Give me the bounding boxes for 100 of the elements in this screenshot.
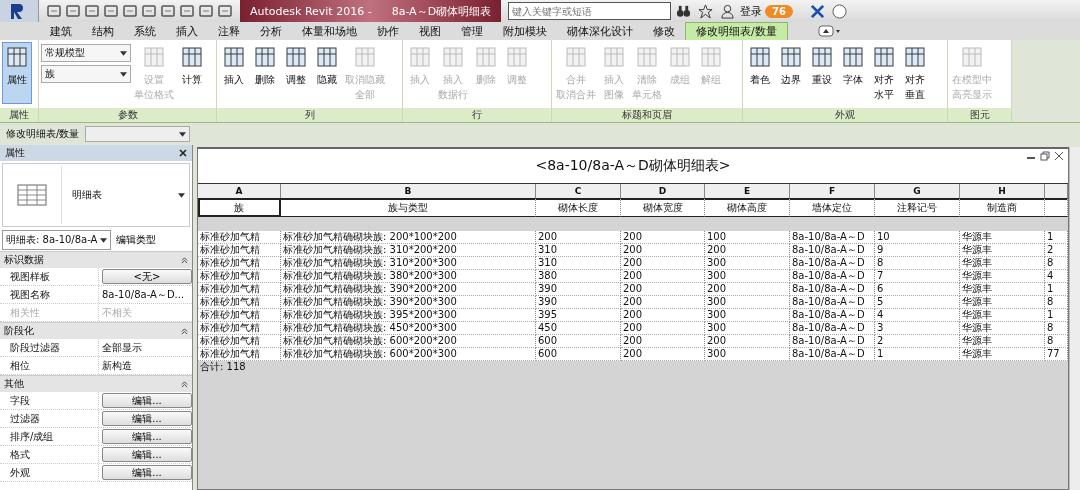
column-letter[interactable]: E [705, 184, 790, 198]
caret-icon[interactable] [100, 237, 108, 243]
ribbon-tab[interactable]: 结构 [82, 23, 124, 40]
ribbon-tab[interactable]: 管理 [451, 23, 493, 40]
ribbon-button[interactable]: 字体 [838, 42, 868, 90]
sign-in-link[interactable]: 登录 [740, 3, 763, 19]
toolbar-icon[interactable] [198, 3, 214, 19]
ribbon-tab[interactable]: 插入 [166, 23, 208, 40]
caret-icon[interactable] [178, 192, 185, 198]
table-cell: 华源丰 [960, 244, 1045, 257]
table-cell: 5 [875, 296, 960, 309]
ribbon-button[interactable]: 边界 [776, 42, 806, 90]
table-cell: 200 [536, 231, 621, 244]
edit-type-button[interactable]: 编辑类型 [114, 233, 159, 247]
ribbon-button[interactable]: 调整 [281, 42, 311, 90]
property-label: 外观 [0, 464, 99, 481]
table-cell: 310 [536, 257, 621, 270]
table-cell: 8a-10/8a-A～D [790, 244, 875, 257]
column-letter[interactable]: B [281, 184, 536, 198]
column-letter[interactable]: H [960, 184, 1045, 198]
ribbon-button[interactable]: 着色 [745, 42, 775, 90]
collapse-icon[interactable] [181, 380, 188, 388]
help-icon[interactable] [832, 3, 848, 19]
ribbon-tab[interactable]: 修改 [643, 23, 685, 40]
ribbon-tab[interactable]: 修改明细表/数量 [685, 22, 788, 40]
restore-icon[interactable] [1040, 151, 1050, 161]
ribbon-button[interactable]: 插入 [219, 42, 249, 90]
table-cell: 8a-10/8a-A～D [790, 283, 875, 296]
column-letter[interactable]: F [790, 184, 875, 198]
column-header[interactable]: 族 [198, 198, 281, 217]
ribbon-tab[interactable]: 砌体深化设计 [557, 23, 643, 40]
table-cell: 华源丰 [960, 231, 1045, 244]
binoculars-icon[interactable] [676, 3, 692, 19]
ribbon-button[interactable]: 对齐 垂直 [900, 42, 930, 105]
ribbon-button[interactable]: 删除 [250, 42, 280, 90]
table-cell: 标准砂加气精 [198, 322, 281, 335]
toolbar-icon[interactable] [46, 3, 62, 19]
ribbon-tab[interactable]: 协作 [367, 23, 409, 40]
table-icon [779, 45, 803, 69]
ribbon-tab[interactable]: 系统 [124, 23, 166, 40]
table-cell: 8a-10/8a-A～D [790, 309, 875, 322]
caret-icon[interactable] [179, 131, 187, 137]
toolbar-icon[interactable] [217, 3, 233, 19]
header-cell[interactable] [1045, 184, 1068, 198]
caret-icon[interactable] [120, 71, 127, 77]
ribbon-button[interactable]: 对齐 水平 [869, 42, 899, 105]
toolbar-icon[interactable] [141, 3, 157, 19]
ribbon-button[interactable]: 计算 [177, 42, 207, 90]
column-letter[interactable]: D [621, 184, 705, 198]
group-header[interactable]: 其他 [0, 375, 192, 392]
collapse-icon[interactable] [181, 327, 188, 335]
column-letter[interactable]: C [536, 184, 621, 198]
minimize-ribbon-icon[interactable] [817, 25, 842, 37]
property-button[interactable]: 编辑... [102, 411, 192, 426]
column-letter[interactable]: A [198, 184, 281, 198]
toolbar-icon[interactable] [65, 3, 81, 19]
instance-dropdown[interactable]: 明细表: 8a-10/8a-A [2, 230, 112, 250]
toolbar-icon[interactable] [103, 3, 119, 19]
table-cell: 标准砂加气精确砌块族: 200*100*200 [281, 231, 536, 244]
star-icon[interactable] [698, 3, 714, 19]
toolbar-icon[interactable] [160, 3, 176, 19]
table-cell: 标准砂加气精 [198, 270, 281, 283]
app-menu-button[interactable] [0, 0, 39, 22]
property-button[interactable]: 编辑... [102, 465, 192, 480]
table-cell: 200 [621, 283, 705, 296]
ribbon-tab[interactable]: 分析 [250, 23, 292, 40]
toolbar-icon[interactable] [84, 3, 100, 19]
property-button[interactable]: 编辑... [102, 429, 192, 444]
dropdown[interactable]: 常规模型 [41, 44, 131, 62]
ribbon-button[interactable]: 隐藏 [312, 42, 342, 90]
group-header[interactable]: 标识数据 [0, 251, 192, 268]
close-icon[interactable] [179, 149, 187, 157]
exchange-icon[interactable] [810, 3, 826, 19]
type-selector[interactable]: 明细表 [2, 163, 190, 227]
property-button[interactable]: <无> [102, 269, 192, 284]
property-label: 字段 [0, 392, 99, 409]
user-icon[interactable] [720, 3, 736, 19]
column-letter[interactable]: G [875, 184, 960, 198]
scrollbar[interactable] [1069, 147, 1080, 490]
table-cell: 300 [705, 270, 790, 283]
ribbon-button[interactable]: 属性 [2, 42, 32, 104]
property-button[interactable]: 编辑... [102, 393, 192, 408]
collapse-icon[interactable] [181, 256, 188, 264]
toolbar-icon[interactable] [179, 3, 195, 19]
group-header[interactable]: 阶段化 [0, 322, 192, 339]
ribbon-tab[interactable]: 视图 [409, 23, 451, 40]
search-field[interactable]: 键入关键字或短语 [508, 2, 672, 20]
dropdown[interactable]: 族 [41, 65, 131, 83]
ribbon-tab[interactable]: 注释 [208, 23, 250, 40]
ribbon-tab[interactable]: 体量和场地 [292, 23, 367, 40]
close-icon[interactable] [1054, 151, 1064, 161]
table-cell: 3 [875, 322, 960, 335]
table-icon [474, 45, 498, 69]
property-button[interactable]: 编辑... [102, 447, 192, 462]
toolbar-icon[interactable] [122, 3, 138, 19]
ribbon-button[interactable]: 重设 [807, 42, 837, 90]
table-cell: 华源丰 [960, 309, 1045, 322]
caret-icon[interactable] [120, 50, 127, 56]
ribbon-tab[interactable]: 建筑 [40, 23, 82, 40]
ribbon-tab[interactable]: 附加模块 [493, 23, 557, 40]
